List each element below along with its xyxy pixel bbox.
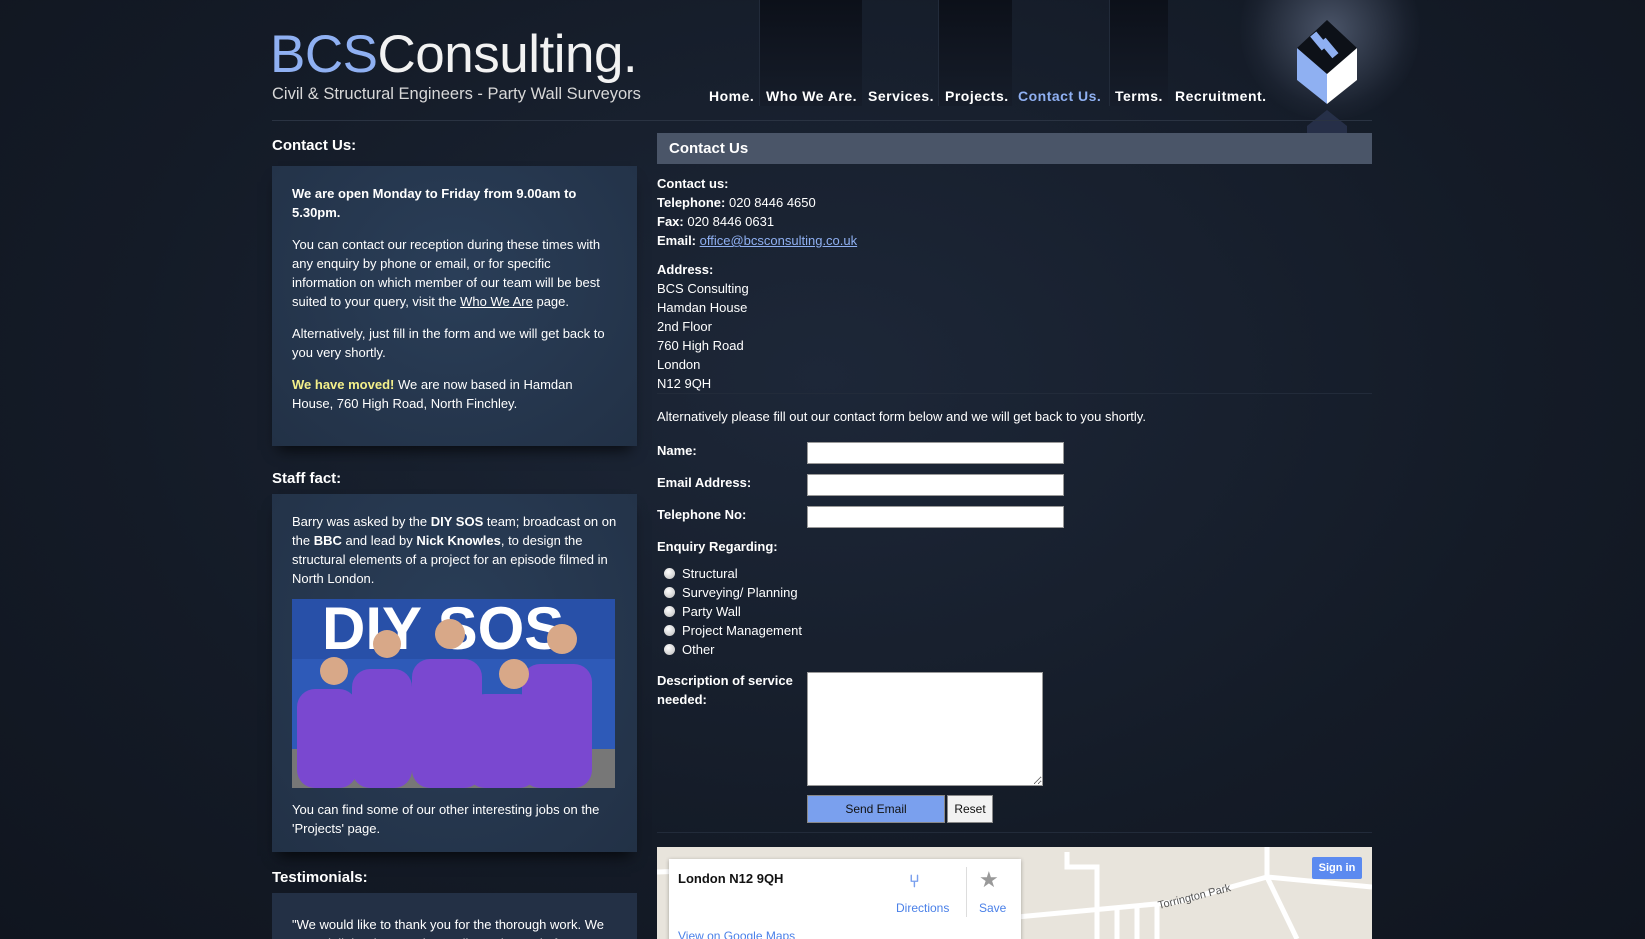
fax-value: 020 8446 0631 <box>683 214 775 229</box>
view-on-google-maps-link[interactable]: View on Google Maps <box>678 929 795 939</box>
address-block: Address: BCS Consulting Hamdan House 2nd… <box>657 260 749 393</box>
send-email-button[interactable]: Send Email <box>807 795 945 823</box>
contact-label: Contact us: <box>657 176 729 191</box>
tagline: Civil & Structural Engineers - Party Wal… <box>272 85 641 103</box>
radio-label: Other <box>682 642 715 657</box>
form-intro: Alternatively please fill out our contac… <box>657 409 1146 424</box>
google-map[interactable]: Torrington Park London N12 9QH ⑂ Directi… <box>657 847 1372 939</box>
tel-label: Telephone: <box>657 195 726 210</box>
testimonial-text: "We would like to thank you for the thor… <box>292 917 604 939</box>
telephone-label: Telephone No: <box>657 507 747 522</box>
nav-home[interactable]: Home. <box>709 88 754 104</box>
description-textarea[interactable] <box>807 672 1043 786</box>
address-label: Address: <box>657 262 714 277</box>
address-line: N12 9QH <box>657 376 712 391</box>
moved-text: We have moved! We are now based in Hamda… <box>292 375 617 413</box>
hours-text: We are open Monday to Friday from 9.00am… <box>292 186 577 220</box>
address-line: 760 High Road <box>657 338 744 353</box>
sign-in-button[interactable]: Sign in <box>1312 857 1362 879</box>
address-line: BCS Consulting <box>657 281 749 296</box>
description-label: Description of service needed: <box>657 673 793 707</box>
address-line: 2nd Floor <box>657 319 712 334</box>
radio-party-wall[interactable]: Party Wall <box>664 604 741 619</box>
email-address-label: Email Address: <box>657 475 752 490</box>
projects-note: You can find some of our other interesti… <box>292 802 600 836</box>
text: BBC <box>313 533 342 548</box>
directions-link[interactable]: Directions <box>896 901 949 915</box>
street-label: Torrington Park <box>1157 882 1233 912</box>
reception-text: You can contact our reception during the… <box>292 235 617 311</box>
map-info-card: London N12 9QH ⑂ Directions ★ Save View … <box>669 859 1021 939</box>
radio-label: Party Wall <box>682 604 741 619</box>
who-we-are-link[interactable]: Who We Are <box>460 294 533 309</box>
radio-icon[interactable] <box>664 587 675 598</box>
radio-label: Surveying/ Planning <box>682 585 798 600</box>
divider <box>657 832 1372 833</box>
contact-heading: Contact Us: <box>272 137 357 154</box>
staff-fact-text: Barry was asked by the DIY SOS team; bro… <box>292 512 617 588</box>
header-divider <box>272 120 1372 121</box>
text: page. <box>532 294 570 309</box>
text: and lead by <box>341 533 417 548</box>
radio-icon[interactable] <box>664 606 675 617</box>
star-icon[interactable]: ★ <box>979 867 999 893</box>
reset-button[interactable]: Reset <box>947 795 993 823</box>
brand-consulting: Consulting. <box>377 25 638 84</box>
nav-who-we-are[interactable]: Who We Are. <box>766 88 857 104</box>
radio-icon[interactable] <box>664 568 675 579</box>
contact-details: Contact us: Telephone: 020 8446 4650 Fax… <box>657 174 857 250</box>
nav-terms[interactable]: Terms. <box>1115 88 1163 104</box>
radio-other[interactable]: Other <box>664 642 715 657</box>
text: Nick Knowles <box>416 533 501 548</box>
moved-highlight: We have moved! <box>292 377 395 392</box>
fax-label: Fax: <box>657 214 684 229</box>
save-link[interactable]: Save <box>979 901 1006 915</box>
map-place: London N12 9QH <box>678 871 784 886</box>
brand-logo[interactable]: BCSConsulting. <box>270 24 638 85</box>
staff-fact-heading: Staff fact: <box>272 470 342 487</box>
radio-icon[interactable] <box>664 644 675 655</box>
name-input[interactable] <box>807 442 1064 464</box>
testimonials-heading: Testimonials: <box>272 869 368 886</box>
address-line: London <box>657 357 701 372</box>
email-link[interactable]: office@bcsconsulting.co.uk <box>700 233 858 248</box>
radio-project-management[interactable]: Project Management <box>664 623 802 638</box>
radio-label: Project Management <box>682 623 802 638</box>
enquiry-label: Enquiry Regarding: <box>657 539 778 554</box>
telephone-value: 020 8446 4650 <box>725 195 816 210</box>
text: Barry was asked by the <box>292 514 431 529</box>
text: DIY SOS <box>430 514 484 529</box>
radio-label: Structural <box>682 566 738 581</box>
nav-projects[interactable]: Projects. <box>945 88 1009 104</box>
contact-us-title: Contact Us <box>657 133 1372 164</box>
staff-fact-box: Barry was asked by the DIY SOS team; bro… <box>272 494 637 852</box>
radio-structural[interactable]: Structural <box>664 566 738 581</box>
staff-photo: DIY SOS <box>292 599 615 788</box>
email-input[interactable] <box>807 474 1064 496</box>
nav-recruitment[interactable]: Recruitment. <box>1175 88 1267 104</box>
name-label: Name: <box>657 443 697 458</box>
telephone-input[interactable] <box>807 506 1064 528</box>
radio-surveying-planning[interactable]: Surveying/ Planning <box>664 585 798 600</box>
form-note: Alternatively, just fill in the form and… <box>292 326 605 360</box>
radio-icon[interactable] <box>664 625 675 636</box>
divider <box>966 867 967 917</box>
divider <box>657 393 1372 394</box>
testimonials-box: "We would like to thank you for the thor… <box>272 893 637 939</box>
nav-services[interactable]: Services. <box>868 88 934 104</box>
directions-icon[interactable]: ⑂ <box>909 871 920 892</box>
nav-contact-us[interactable]: Contact Us. <box>1018 88 1101 104</box>
email-label: Email: <box>657 233 697 248</box>
opening-hours-box: We are open Monday to Friday from 9.00am… <box>272 166 637 446</box>
address-line: Hamdan House <box>657 300 748 315</box>
brand-bcs: BCS <box>270 25 378 84</box>
